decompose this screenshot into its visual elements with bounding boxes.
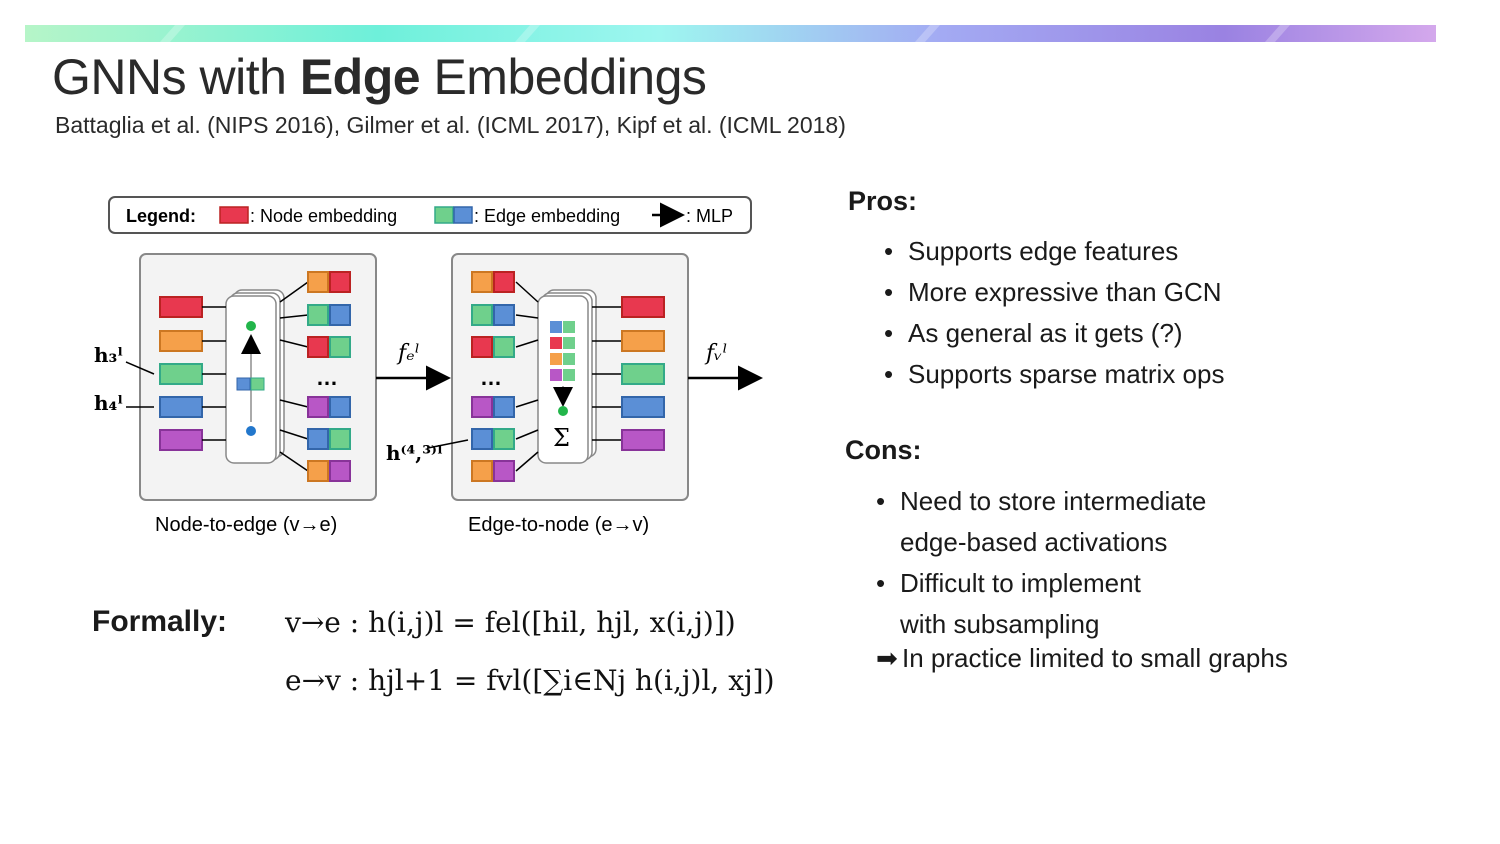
sigma-label: Σ [553,424,570,452]
legend-label: Legend: [126,206,196,226]
edge-to-node-panel: … Σ [451,253,689,501]
caption-edge-to-node: Edge-to-node (e→v) [468,514,649,536]
list-item: • Supports edge features [884,236,1179,266]
h4-label: h₄ˡ [94,391,123,415]
node-embedding-swatch [219,206,249,224]
legend-edge: : Edge embedding [474,206,620,226]
cons-heading: Cons: [845,435,922,465]
list-item: • More expressive than GCN [884,277,1222,307]
list-item: • Need to store intermediate edge-based ac… [876,486,1207,557]
h43-label: h⁽⁴,³⁾ˡ [386,441,443,465]
list-item: • Supports sparse matrix ops [884,359,1225,389]
ellipsis-right: … [480,365,502,390]
cons-list: • Need to store intermediate edge-based ac… [876,481,1206,645]
caption-node-to-edge: Node-to-edge (v→e) [155,514,337,536]
right-arrow-icon: ➡ [876,643,898,673]
edge-embedding-swatch-green [434,206,454,224]
list-item: • Difficult to implement with subsampling [876,568,1141,639]
node-to-edge-panel: … [139,253,377,501]
pros-heading: Pros: [848,186,918,216]
legend-node: : Node embedding [250,206,397,226]
edge-embedding-swatch-blue [453,206,473,224]
edge-embedding-diagram: Legend: : Node embedding : Edge embeddin… [94,196,763,536]
header-gradient-bar [25,25,1436,42]
equation-edge-to-node: e→v : hjl+1 = fvl([∑i∈Nj h(i,j)l, xj]) [285,664,775,697]
fe-label: fₑˡ [396,341,420,366]
formally-label: Formally: [92,605,228,638]
limitation-note: ➡ In practice limited to small graphs [876,643,1288,673]
citation-subtitle: Battaglia et al. (NIPS 2016), Gilmer et … [55,112,846,138]
pros-list: • Supports edge features • More expressive… [884,231,1224,395]
page-title: GNNs with Edge Embeddings [52,49,707,105]
h3-label: h₃ˡ [94,343,123,367]
legend-mlp: : MLP [686,206,733,226]
ellipsis-left: … [316,365,338,390]
list-item: • As general as it gets (?) [884,318,1183,348]
fv-label: fᵥˡ [704,341,728,366]
legend: Legend: : Node embedding : Edge embeddin… [108,196,752,234]
equation-node-to-edge: v→e : h(i,j)l = fel([hil, hjl, x(i,j)]) [285,606,736,639]
